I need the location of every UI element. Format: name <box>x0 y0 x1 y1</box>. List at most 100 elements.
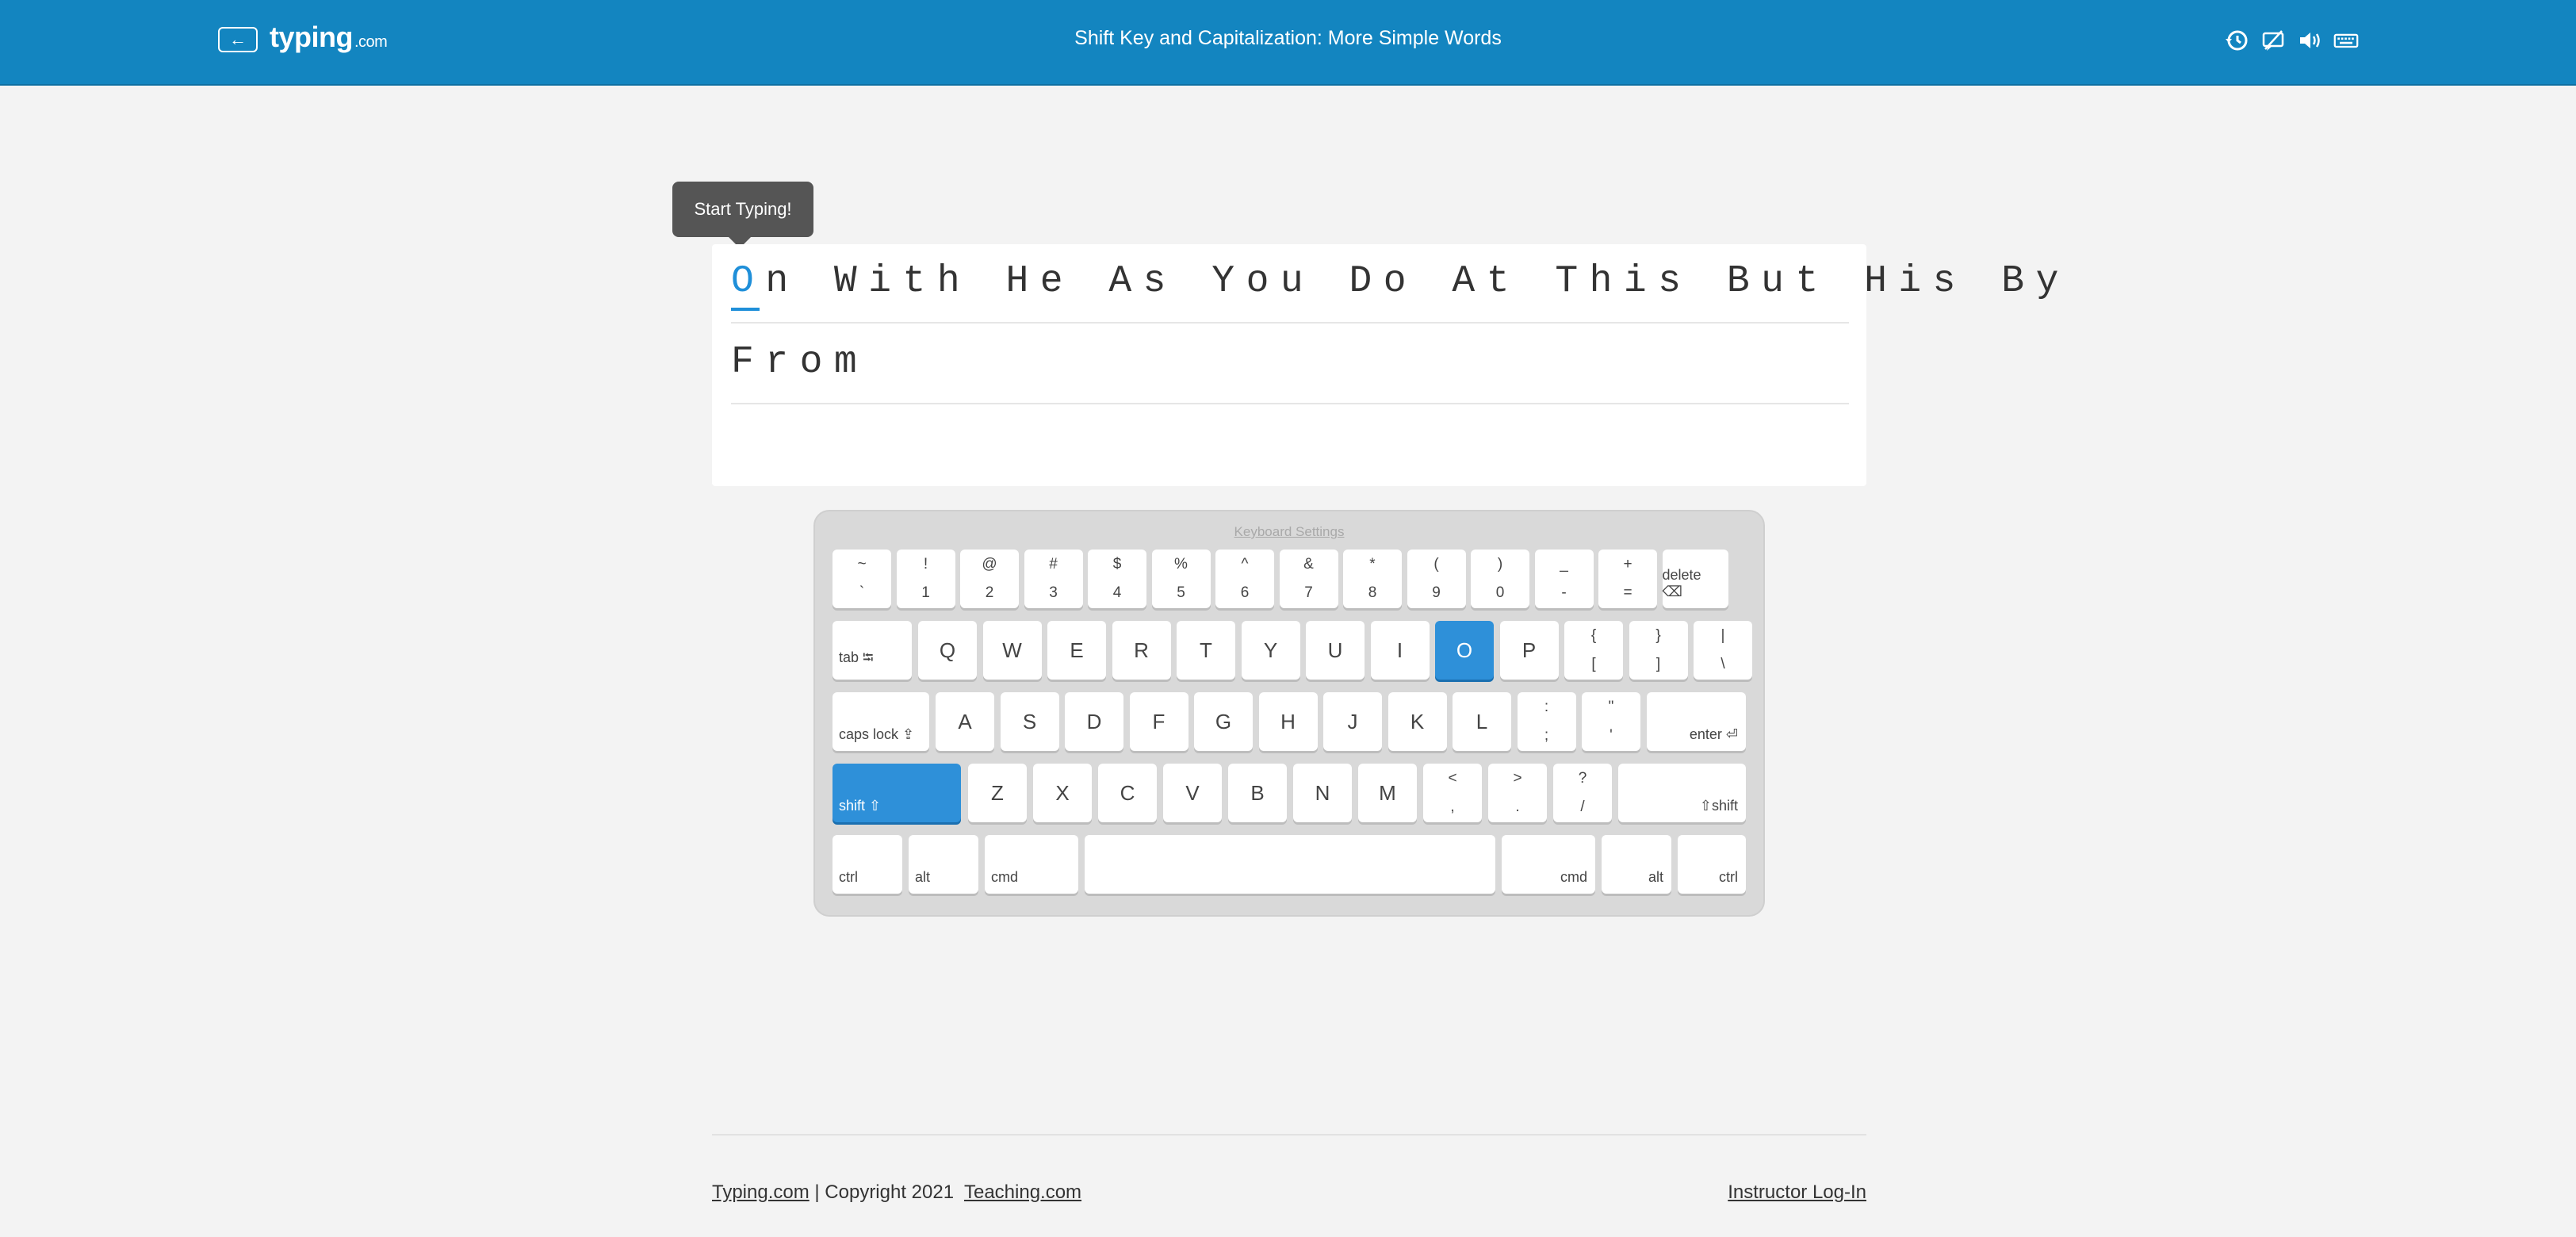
key-enter[interactable]: enter ⏎ <box>1646 692 1746 751</box>
key-label: Y <box>1263 638 1278 662</box>
key-base-symbol: / <box>1580 798 1585 815</box>
teaching-com-link[interactable]: Teaching.com <box>964 1181 1081 1203</box>
key-d[interactable]: D <box>1065 692 1123 751</box>
key-shift-symbol: + <box>1623 556 1632 573</box>
key-y[interactable]: Y <box>1241 621 1300 680</box>
key-7[interactable]: & 7 <box>1279 550 1338 608</box>
key-shift-symbol: ! <box>923 556 928 573</box>
key-11[interactable]: _ - <box>1534 550 1594 608</box>
key-t[interactable]: T <box>1177 621 1235 680</box>
key-base-symbol: 5 <box>1177 584 1185 601</box>
key-sym-1[interactable]: >. <box>1488 764 1547 822</box>
typing-panel[interactable]: On With He As You Do At This But His By … <box>712 244 2058 486</box>
key-cmd-right[interactable]: cmd <box>1502 835 1595 894</box>
key-6[interactable]: ^ 6 <box>1215 550 1274 608</box>
key-label: D <box>1086 709 1102 733</box>
key-shift-symbol: % <box>1174 556 1188 573</box>
key-1[interactable]: ! 1 <box>896 550 955 608</box>
key-label: R <box>1134 638 1149 662</box>
no-hints-icon[interactable] <box>2260 28 2286 53</box>
header-toolbar <box>2224 27 2359 54</box>
instructor-login-link[interactable]: Instructor Log-In <box>1728 1181 1866 1203</box>
key-bracket-1[interactable]: }] <box>1629 621 1688 680</box>
key-base-symbol: 8 <box>1368 584 1377 601</box>
sound-icon[interactable] <box>2297 28 2322 53</box>
key-base-symbol: ` <box>859 584 865 601</box>
key-label: L <box>1476 709 1488 733</box>
key-3[interactable]: #3 <box>1024 550 1083 608</box>
key-n[interactable]: N <box>1293 764 1352 822</box>
key-sym-2[interactable]: ? / <box>1553 764 1612 822</box>
key-ctrl-left[interactable]: ctrl <box>833 835 902 894</box>
key-label: shift ⇧ <box>839 798 882 814</box>
key-2[interactable]: @2 <box>960 550 1019 608</box>
keyboard-icon[interactable] <box>2333 28 2359 53</box>
key-j[interactable]: J <box>1323 692 1382 751</box>
key-label: Z <box>991 780 1004 805</box>
key-base-symbol: 7 <box>1304 584 1313 601</box>
key-g[interactable]: G <box>1194 692 1253 751</box>
key-bracket-0[interactable]: {[ <box>1564 621 1623 680</box>
key-alt-right[interactable]: alt <box>1602 835 1671 894</box>
key-ctrl-right[interactable]: ctrl <box>1678 835 1746 894</box>
key-label: X <box>1055 780 1070 805</box>
typing-com-link[interactable]: Typing.com <box>712 1181 810 1203</box>
keyboard-settings-link[interactable]: Keyboard Settings <box>815 524 1763 540</box>
key-k[interactable]: K <box>1388 692 1447 751</box>
key-shift-symbol: # <box>1049 556 1058 573</box>
key-shift-left[interactable]: shift ⇧ <box>833 764 961 822</box>
key-f[interactable]: F <box>1129 692 1188 751</box>
key-cmd-left[interactable]: cmd <box>985 835 1078 894</box>
key-5[interactable]: % 5 <box>1151 550 1211 608</box>
key-z[interactable]: Z <box>968 764 1027 822</box>
key-o[interactable]: O <box>1435 621 1494 680</box>
key-tab[interactable]: tab ⭾ <box>833 621 912 680</box>
key-p[interactable]: P <box>1499 621 1559 680</box>
key-r[interactable]: R <box>1112 621 1171 680</box>
key-bracket-2[interactable]: | \ <box>1694 621 1752 680</box>
key-punct-1[interactable]: " ' <box>1582 692 1640 751</box>
key-alt-left[interactable]: alt <box>909 835 978 894</box>
key-base-symbol: ' <box>1610 727 1613 744</box>
key-base-symbol: \ <box>1721 656 1725 672</box>
key-label: C <box>1120 780 1135 805</box>
key-0[interactable]: ~ ` <box>833 550 891 608</box>
key-10[interactable]: ) 0 <box>1471 550 1529 608</box>
key-4[interactable]: $4 <box>1088 550 1146 608</box>
current-character: O <box>731 260 766 303</box>
footer: Typing.com | Copyright 2021 Teaching.com… <box>712 1181 1866 1208</box>
key-label: F <box>1152 709 1166 733</box>
key-l[interactable]: L <box>1453 692 1511 751</box>
key-s[interactable]: S <box>1000 692 1059 751</box>
key-shift-symbol: ^ <box>1241 556 1249 573</box>
key-base-symbol: 9 <box>1432 584 1441 601</box>
key-label: alt <box>1648 869 1663 885</box>
key-punct-0[interactable]: :; <box>1517 692 1576 751</box>
history-icon[interactable] <box>2224 28 2249 53</box>
key-8[interactable]: * 8 <box>1343 550 1402 608</box>
key-v[interactable]: V <box>1163 764 1222 822</box>
key-w[interactable]: W <box>982 621 1042 680</box>
key-e[interactable]: E <box>1047 621 1106 680</box>
key-h[interactable]: H <box>1258 692 1318 751</box>
key-shift-right[interactable]: ⇧shift <box>1618 764 1746 822</box>
key-base-symbol: [ <box>1591 656 1596 672</box>
key-u[interactable]: U <box>1306 621 1365 680</box>
key-shift-symbol: > <box>1513 770 1522 787</box>
key-delete[interactable]: delete ⌫ <box>1662 550 1728 608</box>
key-label: V <box>1185 780 1200 805</box>
key-i[interactable]: I <box>1370 621 1430 680</box>
key-q[interactable]: Q <box>918 621 977 680</box>
key-sym-0[interactable]: <, <box>1423 764 1482 822</box>
key-b[interactable]: B <box>1228 764 1287 822</box>
key-space[interactable] <box>1085 835 1495 894</box>
key-m[interactable]: M <box>1358 764 1417 822</box>
key-9[interactable]: (9 <box>1407 550 1466 608</box>
key-a[interactable]: A <box>936 692 994 751</box>
key-12[interactable]: + = <box>1598 550 1657 608</box>
key-caps-lock[interactable]: caps lock ⇪ <box>833 692 929 751</box>
key-label: T <box>1200 638 1212 662</box>
key-label: J <box>1347 709 1358 733</box>
key-c[interactable]: C <box>1098 764 1157 822</box>
key-x[interactable]: X <box>1033 764 1092 822</box>
